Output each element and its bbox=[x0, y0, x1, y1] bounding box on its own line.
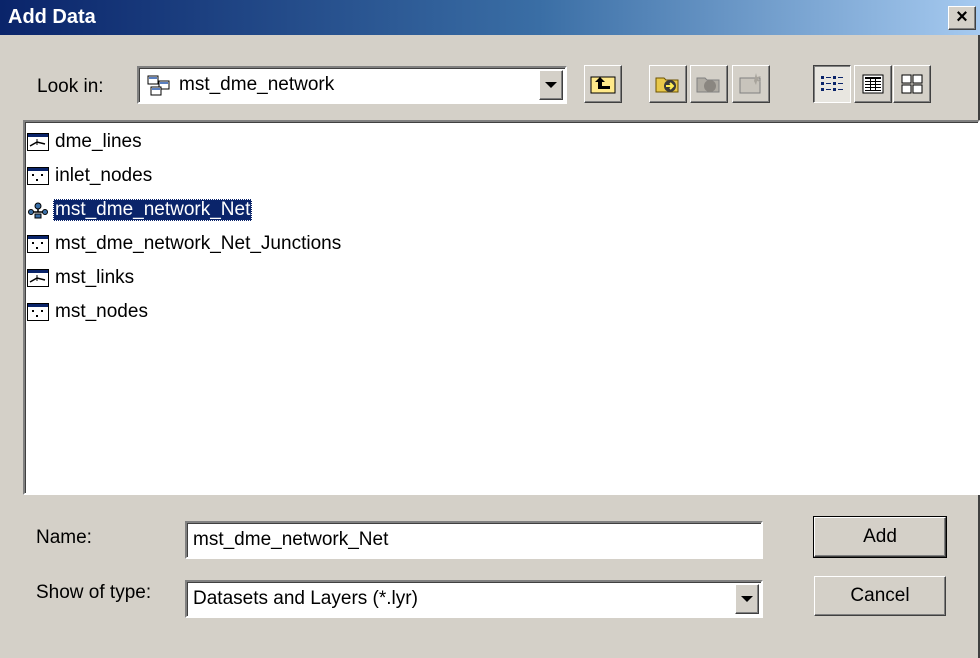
disconnect-folder-button[interactable] bbox=[690, 65, 728, 103]
geodatabase-icon bbox=[147, 75, 170, 96]
thumbnails-view-button[interactable] bbox=[893, 65, 931, 103]
point-feature-class-icon bbox=[27, 302, 49, 321]
look-in-label: Look in: bbox=[37, 76, 104, 97]
connect-folder-button[interactable] bbox=[649, 65, 687, 103]
list-item-label: mst_dme_network_Net_Junctions bbox=[55, 232, 342, 254]
list-item-label: dme_lines bbox=[55, 130, 142, 152]
line-feature-class-icon bbox=[27, 132, 49, 151]
chevron-down-icon bbox=[741, 596, 753, 602]
line-feature-class-icon bbox=[27, 268, 49, 287]
type-dropdown-button[interactable] bbox=[735, 584, 759, 614]
file-list[interactable]: dme_lines inlet_nodes mst_dme_network_Netm… bbox=[23, 120, 980, 495]
type-label: Show of type: bbox=[36, 582, 152, 603]
add-button[interactable]: Add bbox=[813, 516, 947, 558]
list-item-label: mst_nodes bbox=[55, 300, 148, 322]
disconnect-folder-icon bbox=[696, 77, 720, 93]
list-item[interactable]: inlet_nodes bbox=[25, 159, 154, 192]
details-view-icon bbox=[862, 74, 884, 94]
new-icon bbox=[739, 73, 761, 94]
list-view-button[interactable] bbox=[813, 65, 851, 103]
title-bar[interactable]: Add Data × bbox=[0, 0, 980, 35]
type-combo[interactable]: Datasets and Layers (*.lyr) bbox=[185, 580, 763, 618]
list-item-label: mst_dme_network_Net bbox=[53, 198, 253, 221]
up-one-level-button[interactable] bbox=[584, 65, 622, 103]
window-title: Add Data bbox=[8, 6, 96, 28]
name-label: Name: bbox=[36, 527, 92, 548]
details-view-button[interactable] bbox=[854, 65, 892, 103]
connect-folder-icon bbox=[655, 77, 679, 93]
close-icon: × bbox=[956, 6, 968, 28]
thumbnails-view-icon bbox=[901, 74, 923, 94]
geometric-network-icon bbox=[27, 201, 49, 219]
list-item-label: mst_links bbox=[55, 266, 135, 288]
point-feature-class-icon bbox=[27, 234, 49, 253]
up-one-level-icon bbox=[590, 76, 616, 94]
list-view-icon bbox=[821, 76, 843, 91]
chevron-down-icon bbox=[545, 82, 557, 88]
list-item[interactable]: mst_nodes bbox=[25, 295, 150, 328]
name-field[interactable]: mst_dme_network_Net bbox=[185, 521, 763, 559]
point-feature-class-icon bbox=[27, 166, 49, 185]
list-item[interactable]: mst_dme_network_Net_Junctions bbox=[25, 227, 343, 260]
look-in-value: mst_dme_network bbox=[179, 74, 335, 95]
list-item[interactable]: dme_lines bbox=[25, 125, 144, 158]
look-in-dropdown-button[interactable] bbox=[539, 70, 563, 100]
cancel-button[interactable]: Cancel bbox=[814, 576, 946, 616]
list-item-label: inlet_nodes bbox=[55, 164, 153, 186]
new-item-button[interactable] bbox=[732, 65, 770, 103]
look-in-combo[interactable]: mst_dme_network bbox=[137, 66, 567, 104]
type-value: Datasets and Layers (*.lyr) bbox=[193, 588, 418, 609]
list-item[interactable]: mst_dme_network_Net bbox=[25, 193, 253, 226]
close-button[interactable]: × bbox=[948, 6, 976, 30]
list-item[interactable]: mst_links bbox=[25, 261, 136, 294]
name-field-value: mst_dme_network_Net bbox=[193, 529, 389, 550]
